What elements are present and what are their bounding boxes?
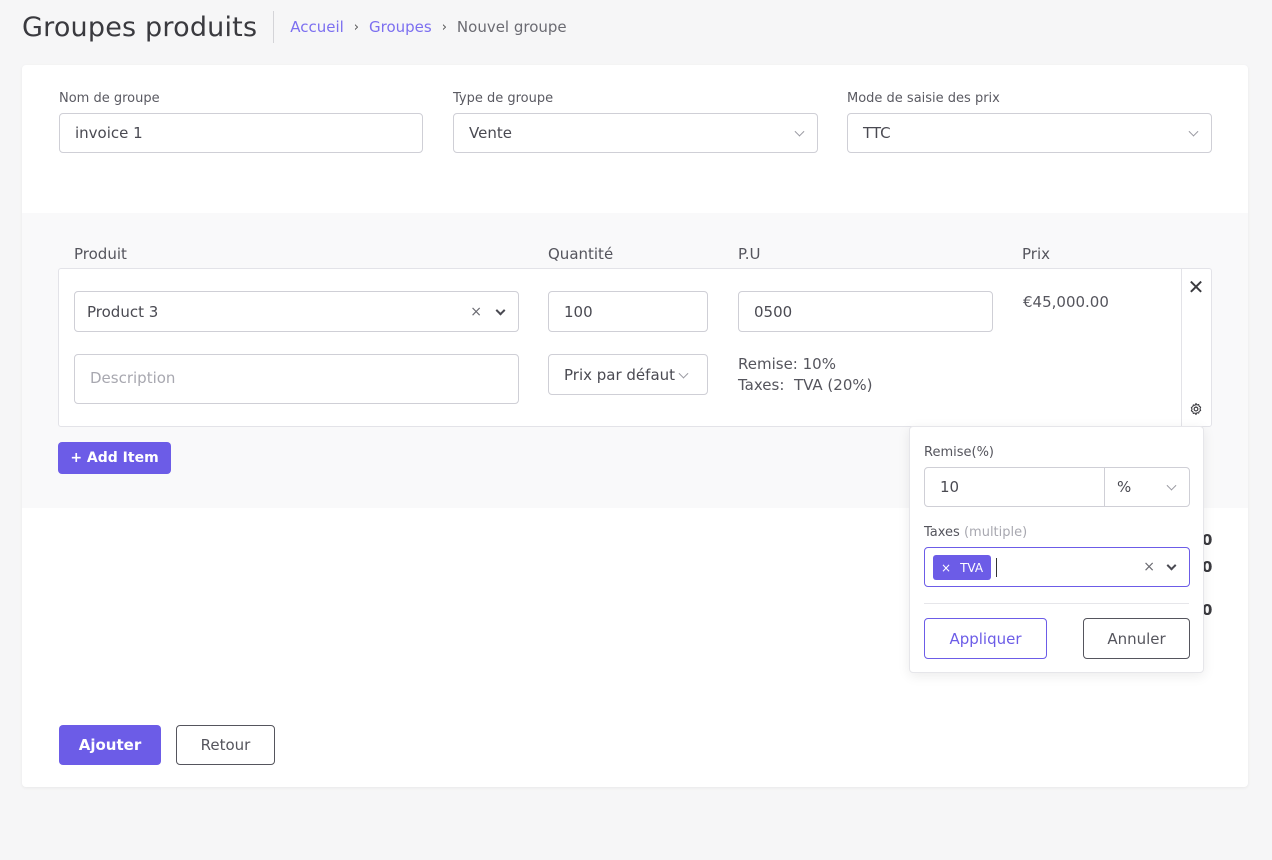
clear-icon[interactable]: ×: [470, 304, 482, 320]
tax-info-label: Taxes:: [738, 376, 785, 394]
group-type-value: Vente: [469, 124, 512, 142]
text-cursor: [996, 558, 997, 577]
chevron-right-icon: ›: [353, 19, 359, 35]
close-icon[interactable]: ✕: [1187, 277, 1205, 297]
product-select[interactable]: Product 3 ×: [74, 291, 519, 332]
cancel-button[interactable]: Annuler: [1083, 618, 1190, 659]
group-name-input[interactable]: invoice 1: [59, 113, 423, 153]
breadcrumb-home[interactable]: Accueil: [290, 18, 344, 36]
item-row: Product 3 × 100 0500 €45,000.00 Descript…: [58, 268, 1212, 427]
clear-icon[interactable]: ×: [1143, 559, 1155, 575]
add-item-button[interactable]: + Add Item: [58, 442, 171, 474]
line-price: €45,000.00: [1023, 293, 1109, 311]
header-divider: [273, 11, 275, 43]
discount-unit-select[interactable]: %: [1104, 467, 1190, 507]
page-header: Groupes produits Accueil › Groupes › Nou…: [22, 10, 567, 44]
unit-price-input[interactable]: 0500: [738, 291, 993, 332]
product-value: Product 3: [87, 302, 159, 321]
tax-tag: × TVA: [933, 555, 992, 580]
tag-remove-icon[interactable]: ×: [941, 561, 951, 575]
chevron-down-icon: [1188, 126, 1199, 137]
price-type-value: Prix par défaut: [564, 365, 676, 384]
chevron-down-icon: [1166, 480, 1177, 491]
submit-button[interactable]: Ajouter: [59, 725, 161, 765]
discount-tax-summary: Remise: 10% Taxes: TVA (20%): [738, 354, 872, 396]
back-button[interactable]: Retour: [176, 725, 275, 765]
popover-divider: [924, 603, 1189, 604]
column-quantity: Quantité: [548, 245, 614, 263]
gear-icon[interactable]: [1189, 402, 1203, 416]
price-mode-value: TTC: [863, 124, 891, 142]
description-textarea[interactable]: Description: [74, 354, 519, 404]
page-title: Groupes produits: [22, 11, 258, 43]
price-mode-select[interactable]: TTC: [847, 113, 1212, 153]
discount-input[interactable]: 10: [924, 467, 1105, 507]
taxes-hint: (multiple): [963, 525, 1028, 540]
discount-unit-value: %: [1117, 478, 1132, 496]
tax-info: Taxes: TVA (20%): [738, 375, 872, 396]
taxes-multiselect[interactable]: × TVA ×: [924, 547, 1190, 587]
discount-info: Remise: 10%: [738, 355, 836, 373]
chevron-down-icon: [678, 368, 689, 379]
tax-info-value: TVA (20%): [793, 376, 873, 394]
item-actions: ✕: [1181, 269, 1211, 426]
taxes-label: Taxes (multiple): [924, 525, 1027, 540]
discount-label: Remise(%): [924, 445, 994, 460]
breadcrumb-current: Nouvel groupe: [456, 18, 567, 36]
column-product: Produit: [74, 245, 127, 263]
column-unit-price: P.U: [738, 245, 761, 263]
breadcrumb-groups[interactable]: Groupes: [369, 18, 432, 36]
group-type-select[interactable]: Vente: [453, 113, 818, 153]
chevron-down-icon[interactable]: [495, 305, 506, 316]
group-type-label: Type de groupe: [453, 91, 554, 106]
group-name-label: Nom de groupe: [59, 91, 160, 106]
chevron-right-icon: ›: [441, 19, 447, 35]
tax-tag-label: TVA: [960, 560, 984, 575]
apply-button[interactable]: Appliquer: [924, 618, 1047, 659]
quantity-input[interactable]: 100: [548, 291, 708, 332]
chevron-down-icon: [794, 126, 805, 137]
price-mode-label: Mode de saisie des prix: [847, 91, 1000, 106]
column-price: Prix: [1022, 245, 1050, 263]
taxes-label-text: Taxes: [924, 525, 960, 540]
chevron-down-icon[interactable]: [1166, 560, 1177, 571]
price-type-select[interactable]: Prix par défaut: [548, 354, 708, 395]
discount-tax-popover: Remise(%) 10 % Taxes (multiple) × TVA × …: [909, 426, 1204, 673]
